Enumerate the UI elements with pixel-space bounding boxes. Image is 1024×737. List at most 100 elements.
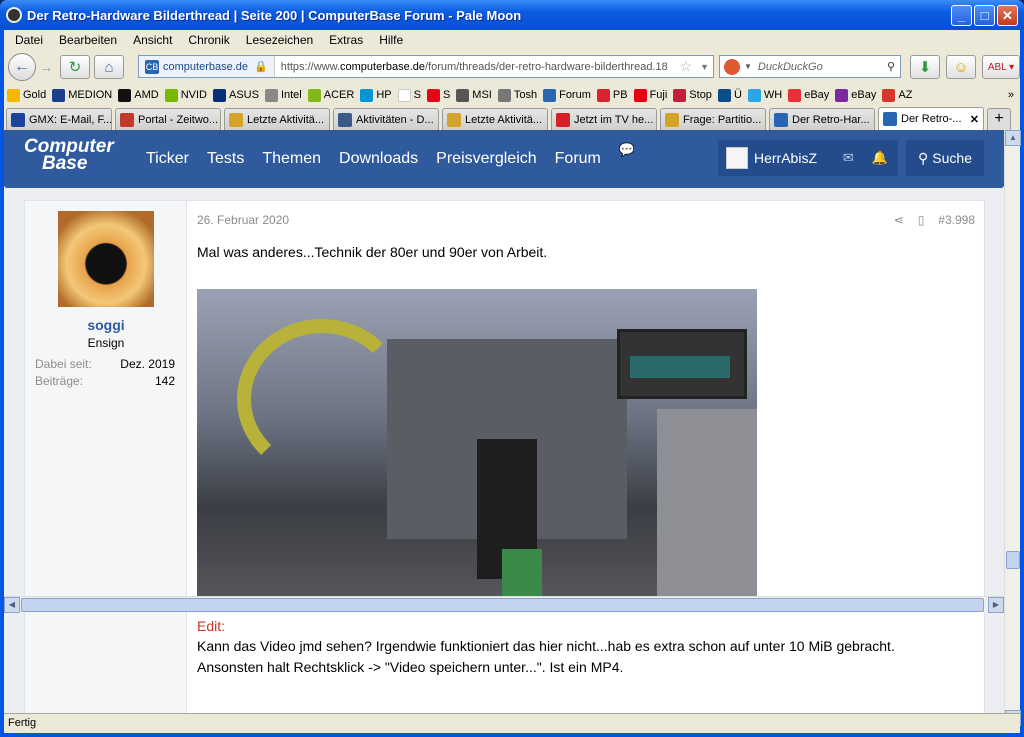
close-window-button[interactable]: ✕: [997, 5, 1018, 26]
nav-tests[interactable]: Tests: [207, 150, 244, 168]
scroll-left-icon[interactable]: ◀: [4, 597, 20, 613]
forward-arrow-icon[interactable]: →: [36, 59, 56, 75]
bookmark-item[interactable]: NVID: [164, 88, 207, 102]
url-bar[interactable]: CB computerbase.de 🔒 https://www.computerb…: [138, 55, 714, 78]
browser-tab[interactable]: Der Retro-Har...: [769, 108, 875, 130]
bookmark-item[interactable]: Stop: [673, 88, 712, 102]
bookmark-item[interactable]: Gold: [7, 88, 47, 102]
new-tab-button[interactable]: +: [987, 108, 1011, 130]
bookmark-item[interactable]: Fuji: [633, 88, 667, 102]
bookmark-favicon-icon: [882, 88, 896, 102]
share-icon[interactable]: ⋖: [894, 213, 904, 227]
nav-ticker[interactable]: Ticker: [146, 150, 189, 168]
menu-lesezeichen[interactable]: Lesezeichen: [238, 33, 321, 47]
browser-tab[interactable]: Aktivitäten - D...: [333, 108, 439, 130]
nav-forum[interactable]: Forum: [555, 150, 601, 168]
bookmark-item[interactable]: PB: [596, 88, 628, 102]
menu-chronik[interactable]: Chronik: [180, 33, 237, 47]
download-icon[interactable]: ⬇: [910, 55, 940, 79]
bookmark-item[interactable]: ACER: [307, 88, 354, 102]
nav-downloads[interactable]: Downloads: [339, 150, 418, 168]
nav-preisvergleich[interactable]: Preisvergleich: [436, 150, 536, 168]
bookmark-item[interactable]: Tosh: [497, 88, 538, 102]
home-icon[interactable]: ⌂: [94, 55, 124, 79]
minimize-button[interactable]: _: [951, 5, 972, 26]
bookmarks-overflow-icon[interactable]: »: [1008, 89, 1014, 101]
menu-bearbeiten[interactable]: Bearbeiten: [51, 33, 125, 47]
bookmark-item[interactable]: Ü: [717, 88, 742, 102]
browser-tab[interactable]: Portal - Zeitwo...: [115, 108, 221, 130]
post-number[interactable]: #3.998: [938, 213, 975, 227]
close-tab-icon[interactable]: ✕: [970, 113, 979, 126]
adblock-icon[interactable]: ABL ▾: [982, 55, 1020, 79]
search-magnifier-icon[interactable]: ⚲: [887, 60, 895, 73]
vertical-scroll-thumb[interactable]: [1006, 551, 1020, 569]
nav-themen[interactable]: Themen: [262, 150, 321, 168]
menu-ansicht[interactable]: Ansicht: [125, 33, 180, 47]
bookmark-item[interactable]: MEDION: [52, 88, 112, 102]
post-meta: 26. Februar 2020 ⋖ ▯ #3.998: [197, 213, 975, 227]
bookmark-item[interactable]: Intel: [264, 88, 302, 102]
browser-tab[interactable]: Letzte Aktivitä...: [224, 108, 330, 130]
url-dropdown-icon[interactable]: ▼: [696, 62, 713, 72]
bookmark-favicon-icon: [596, 88, 610, 102]
tab-favicon-icon: [120, 112, 134, 127]
post-attached-photo[interactable]: [197, 289, 757, 603]
scroll-right-icon[interactable]: ▶: [988, 597, 1004, 613]
horizontal-scrollbar[interactable]: ◀ ▶: [4, 596, 1004, 613]
bookmark-item[interactable]: WH: [747, 88, 782, 102]
bell-icon[interactable]: 🔔: [872, 150, 888, 166]
browser-tab[interactable]: Frage: Partitio...: [660, 108, 766, 130]
author-avatar[interactable]: [58, 211, 154, 307]
horizontal-scroll-thumb[interactable]: [21, 598, 984, 612]
menu-hilfe[interactable]: Hilfe: [371, 33, 411, 47]
bookmark-label: Gold: [23, 89, 47, 101]
reload-icon[interactable]: ↻: [60, 55, 90, 79]
scroll-up-icon[interactable]: ▲: [1005, 130, 1021, 146]
tab-label: Letzte Aktivitä...: [247, 113, 325, 126]
bookmark-favicon-icon: [212, 88, 226, 102]
bookmark-item[interactable]: eBay: [835, 88, 876, 102]
author-name[interactable]: soggi: [25, 317, 187, 333]
bookmark-item[interactable]: AZ: [882, 88, 912, 102]
smiley-addon-icon[interactable]: ☺: [946, 55, 976, 79]
magnifier-icon: ⚲: [918, 149, 929, 166]
status-text: Fertig: [8, 717, 37, 729]
vertical-scrollbar[interactable]: ▲ ▼: [1004, 130, 1021, 726]
browser-tab[interactable]: Jetzt im TV he...: [551, 108, 657, 130]
bookmark-item[interactable]: ASUS: [212, 88, 259, 102]
bookmark-item[interactable]: Forum: [543, 88, 591, 102]
post-date[interactable]: 26. Februar 2020: [197, 213, 289, 227]
search-box[interactable]: ▼ DuckDuckGo ⚲: [719, 55, 901, 78]
bookmark-item[interactable]: AMD: [118, 88, 159, 102]
browser-tab[interactable]: GMX: E-Mail, F...: [6, 108, 112, 130]
site-main-nav: Ticker Tests Themen Downloads Preisvergl…: [146, 142, 653, 168]
computerbase-logo[interactable]: Computer Base: [24, 137, 114, 173]
bookmark-label: Tosh: [513, 89, 538, 101]
site-label: computerbase.de: [163, 60, 248, 73]
browser-tab[interactable]: Der Retro-... ✕: [878, 107, 984, 130]
bookmark-icon[interactable]: ▯: [918, 213, 925, 227]
browser-tab[interactable]: Letzte Aktivitä...: [442, 108, 548, 130]
bookmark-item[interactable]: S: [397, 88, 421, 102]
bookmark-label: eBay: [804, 89, 830, 101]
bookmark-label: Ü: [733, 89, 742, 101]
site-identity[interactable]: CB computerbase.de 🔒: [139, 56, 275, 77]
back-arrow-icon[interactable]: ←: [8, 53, 36, 81]
search-engine-dropdown-icon[interactable]: ▼: [744, 62, 752, 71]
maximize-button[interactable]: □: [974, 5, 995, 26]
bookmark-item[interactable]: S: [426, 88, 450, 102]
envelope-icon[interactable]: ✉: [843, 150, 854, 166]
user-menu[interactable]: HerrAbisZ ✉ 🔔: [718, 140, 898, 176]
bookmark-label: PB: [612, 89, 628, 101]
menu-datei[interactable]: Datei: [7, 33, 51, 47]
url-text[interactable]: https://www.computerbase.de/forum/thread…: [275, 61, 676, 73]
joined-row: Dabei seit: Dez. 2019: [35, 357, 175, 371]
bookmark-favicon-icon: [7, 88, 20, 102]
bookmark-item[interactable]: HP: [360, 88, 392, 102]
menu-extras[interactable]: Extras: [321, 33, 371, 47]
bookmark-item[interactable]: eBay: [788, 88, 830, 102]
site-search-button[interactable]: ⚲ Suche: [906, 140, 984, 176]
bookmark-item[interactable]: MSI: [456, 88, 492, 102]
bookmark-star-icon[interactable]: ☆: [676, 58, 697, 75]
